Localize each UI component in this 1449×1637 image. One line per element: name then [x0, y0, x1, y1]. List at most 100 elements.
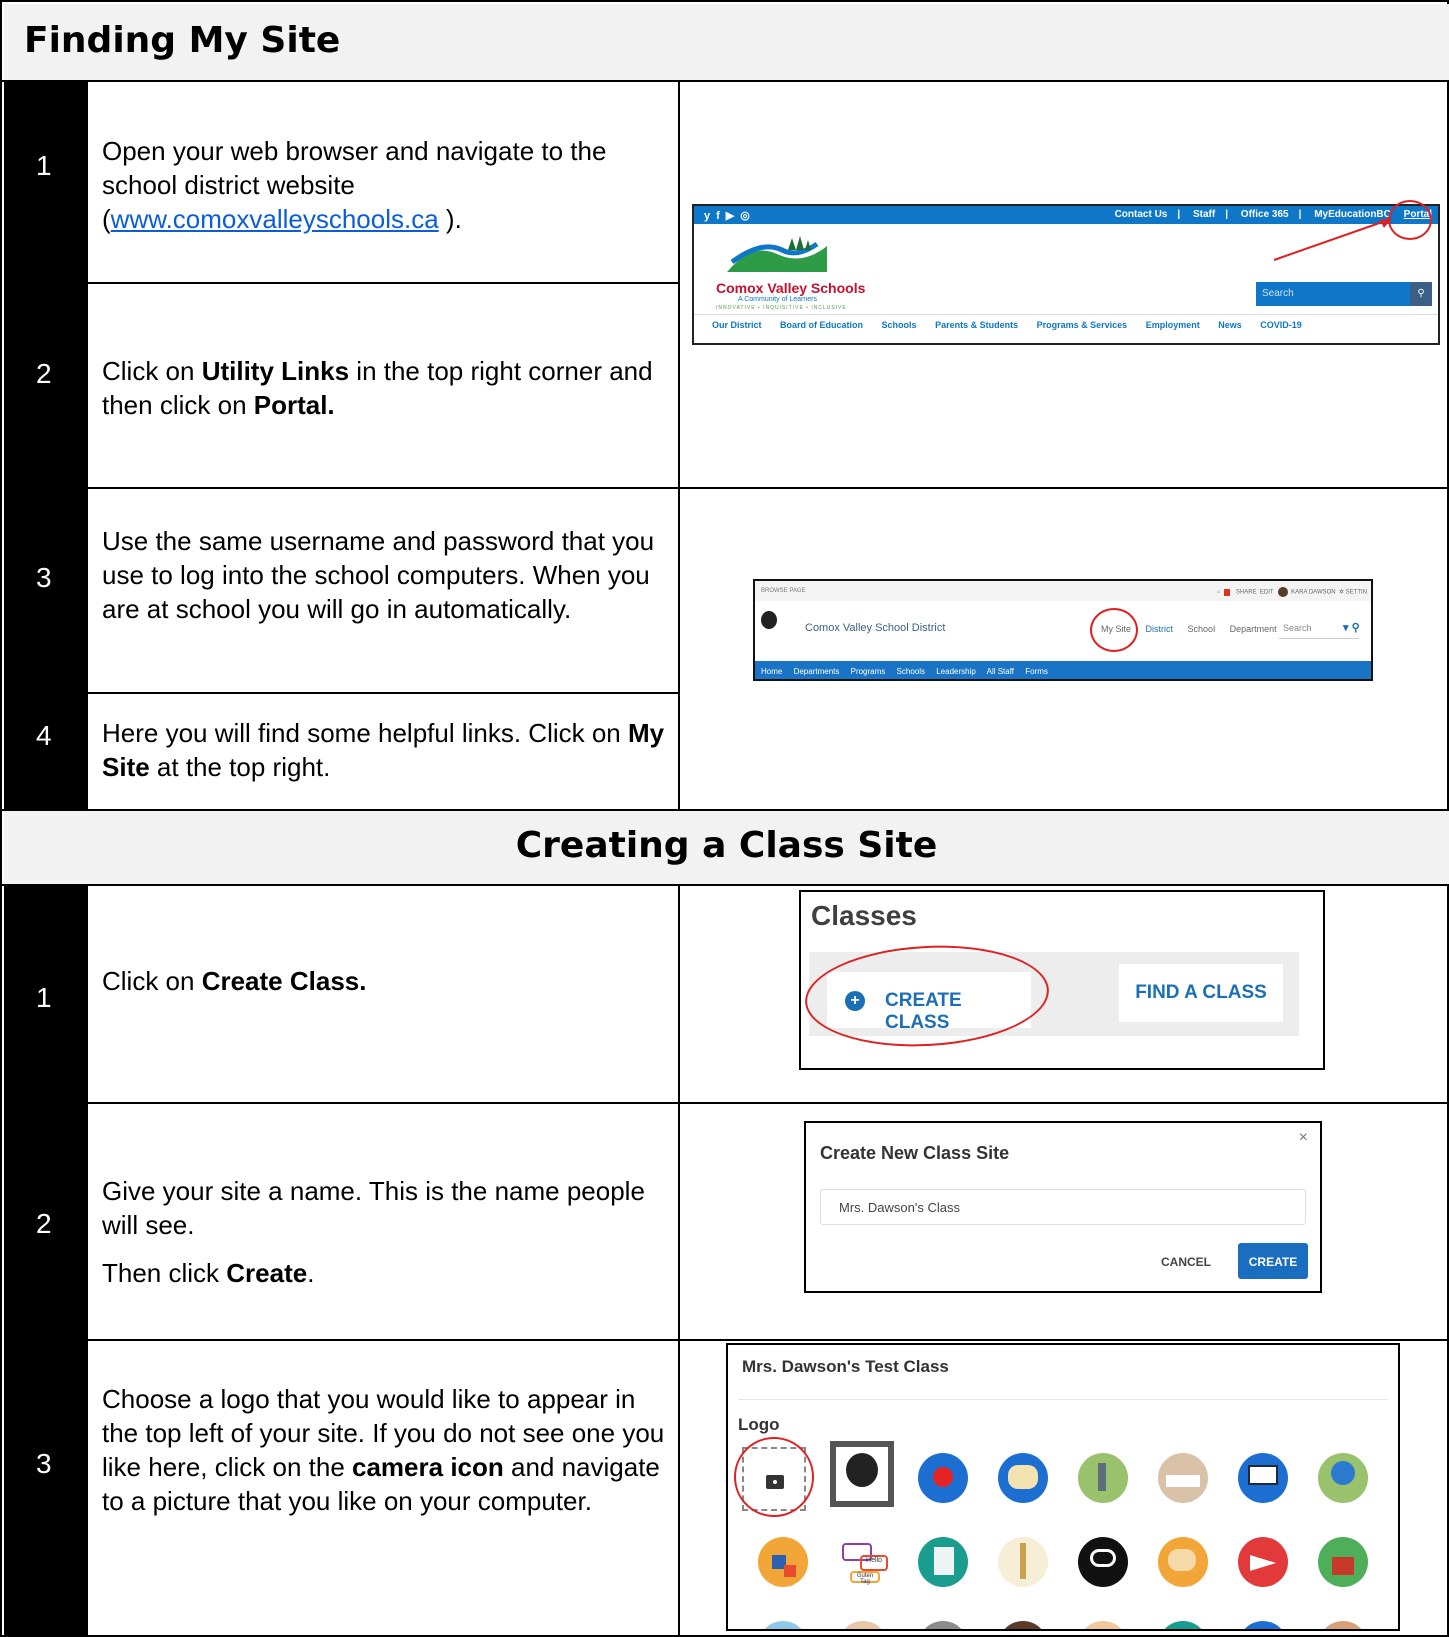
class-step-2-instruction: Give your site a name. This is the name …: [102, 1174, 672, 1290]
step-text: ).: [438, 204, 462, 234]
close-icon[interactable]: ×: [1299, 1129, 1308, 1147]
share-button[interactable]: SHARE: [1236, 590, 1257, 596]
flag-icon[interactable]: [1224, 588, 1231, 596]
abc-blocks-icon[interactable]: [758, 1537, 808, 1587]
column-divider: [678, 82, 680, 811]
logo-option[interactable]: [918, 1621, 968, 1629]
nav-parents-students[interactable]: Parents & Students: [935, 320, 1018, 330]
portal-ribbon: BROWSE PAGE ○ SHARE EDIT KARA DAWSON ✲ S…: [755, 581, 1371, 601]
globe-icon[interactable]: [1318, 1453, 1368, 1503]
district-website-link[interactable]: www.comoxvalleyschools.ca: [111, 204, 439, 234]
logo-option[interactable]: [1238, 1621, 1288, 1629]
step-emphasis: Create Class.: [201, 966, 367, 996]
step-text: Click on: [102, 356, 202, 386]
row-divider: [88, 282, 678, 284]
utility-link-staff[interactable]: Staff: [1193, 209, 1215, 220]
instruction-document: Finding My Site 1 2 3 4 Open your web br…: [0, 0, 1449, 1637]
classes-heading: Classes: [811, 900, 917, 931]
step-4-instruction: Here you will find some helpful links. C…: [102, 716, 672, 784]
nav-employment[interactable]: Employment: [1146, 320, 1200, 330]
step-3-instruction: Use the same username and password that …: [102, 526, 655, 624]
menu-programs[interactable]: Programs: [851, 667, 886, 676]
nav-board-of-education[interactable]: Board of Education: [780, 320, 863, 330]
class-name-input[interactable]: Mrs. Dawson's Class: [820, 1189, 1306, 1225]
computer-icon[interactable]: [1238, 1453, 1288, 1503]
class-step-1-instruction: Click on Create Class.: [102, 964, 672, 998]
highlight-arrow: [1273, 218, 1392, 261]
portal-site-title[interactable]: Comox Valley School District: [805, 622, 945, 634]
create-button[interactable]: CREATE: [1238, 1243, 1308, 1279]
row-divider: [88, 487, 1447, 489]
social-icons: yf▶◎: [704, 209, 756, 222]
menu-forms[interactable]: Forms: [1025, 667, 1048, 676]
paint-palette-icon[interactable]: [1158, 1537, 1208, 1587]
create-class-dialog-screenshot: Create New Class Site × Mrs. Dawson's Cl…: [804, 1121, 1322, 1293]
menu-departments[interactable]: Departments: [794, 667, 840, 676]
schoolhouse-icon[interactable]: [1318, 1537, 1368, 1587]
divider: [2, 80, 1447, 82]
menu-all-staff[interactable]: All Staff: [987, 667, 1014, 676]
divider: [2, 884, 1447, 886]
art-palette-icon[interactable]: [998, 1453, 1048, 1503]
step-text: .: [307, 1258, 315, 1288]
edit-button[interactable]: EDIT: [1260, 590, 1274, 596]
avatar[interactable]: [1278, 587, 1289, 597]
youtube-icon[interactable]: ▶: [726, 210, 740, 222]
logo-option[interactable]: [1078, 1621, 1128, 1629]
search-icon[interactable]: ▾ ⚲: [1343, 621, 1360, 634]
logo-option[interactable]: [758, 1621, 808, 1629]
paper-plane-icon[interactable]: [1238, 1537, 1288, 1587]
nav-our-district[interactable]: Our District: [712, 320, 762, 330]
menu-leadership[interactable]: Leadership: [936, 667, 976, 676]
step-number-column: [4, 82, 88, 811]
search-icon[interactable]: ⚲: [1410, 282, 1432, 306]
school-district-logo: [727, 236, 827, 272]
nav-programs-services[interactable]: Programs & Services: [1037, 320, 1128, 330]
apple-icon[interactable]: [918, 1453, 968, 1503]
logo-option[interactable]: [1318, 1621, 1368, 1629]
school-name: Comox Valley Schools: [716, 280, 866, 296]
step-emphasis: Utility Links: [201, 356, 350, 386]
utility-link-contact[interactable]: Contact Us: [1115, 209, 1168, 220]
school-link[interactable]: School: [1188, 624, 1216, 634]
portal-menu-bar: Home Departments Programs Schools Leader…: [755, 661, 1371, 679]
menu-home[interactable]: Home: [761, 667, 782, 676]
logo-option[interactable]: [1158, 1621, 1208, 1629]
speech-bubbles-icon[interactable]: Hello Guten Tag: [838, 1537, 888, 1587]
column-divider: [678, 886, 680, 1637]
step-number: 3: [36, 562, 52, 593]
site-search-input[interactable]: Search: [1256, 282, 1432, 306]
facebook-icon[interactable]: f: [716, 210, 726, 222]
step-number: 1: [36, 982, 52, 1013]
settings-button[interactable]: SETTIN: [1346, 590, 1367, 596]
ribbon-tabs[interactable]: BROWSE PAGE: [761, 588, 806, 594]
formline-art-icon[interactable]: [1078, 1537, 1128, 1587]
instagram-icon[interactable]: ◎: [740, 210, 756, 222]
find-a-class-button[interactable]: FIND A CLASS: [1119, 964, 1283, 1022]
main-nav: Our District Board of Education Schools …: [694, 314, 1438, 334]
logo-chooser-screenshot: Mrs. Dawson's Test Class Logo Hello Gute…: [726, 1343, 1400, 1631]
highlight-circle-camera: [734, 1437, 814, 1517]
nav-covid-19[interactable]: COVID-19: [1260, 320, 1302, 330]
menu-schools[interactable]: Schools: [897, 667, 925, 676]
calculator-icon[interactable]: [918, 1537, 968, 1587]
nav-news[interactable]: News: [1218, 320, 1242, 330]
nav-schools[interactable]: Schools: [882, 320, 917, 330]
logo-option[interactable]: [998, 1621, 1048, 1629]
twitter-icon[interactable]: y: [704, 210, 716, 222]
step-emphasis: Create: [226, 1258, 308, 1288]
music-icon[interactable]: [998, 1537, 1048, 1587]
ribbon-actions: ○ SHARE EDIT KARA DAWSON ✲ SETTIN: [1217, 587, 1367, 597]
cancel-button[interactable]: CANCEL: [1146, 1243, 1226, 1279]
classes-screenshot: Classes CREATE CLASS + FIND A CLASS: [799, 890, 1325, 1070]
chat-icon[interactable]: ○: [1217, 590, 1221, 596]
department-link[interactable]: Department: [1230, 624, 1277, 634]
logo-option[interactable]: [838, 1621, 888, 1629]
user-name[interactable]: KARA DAWSON: [1291, 590, 1335, 596]
books-icon[interactable]: [1158, 1453, 1208, 1503]
microscope-icon[interactable]: [1078, 1453, 1128, 1503]
gear-icon[interactable]: ✲: [1339, 590, 1344, 596]
highlight-circle-my-site: [1090, 608, 1138, 652]
district-link[interactable]: District: [1146, 624, 1174, 634]
step-number: 3: [36, 1448, 52, 1479]
